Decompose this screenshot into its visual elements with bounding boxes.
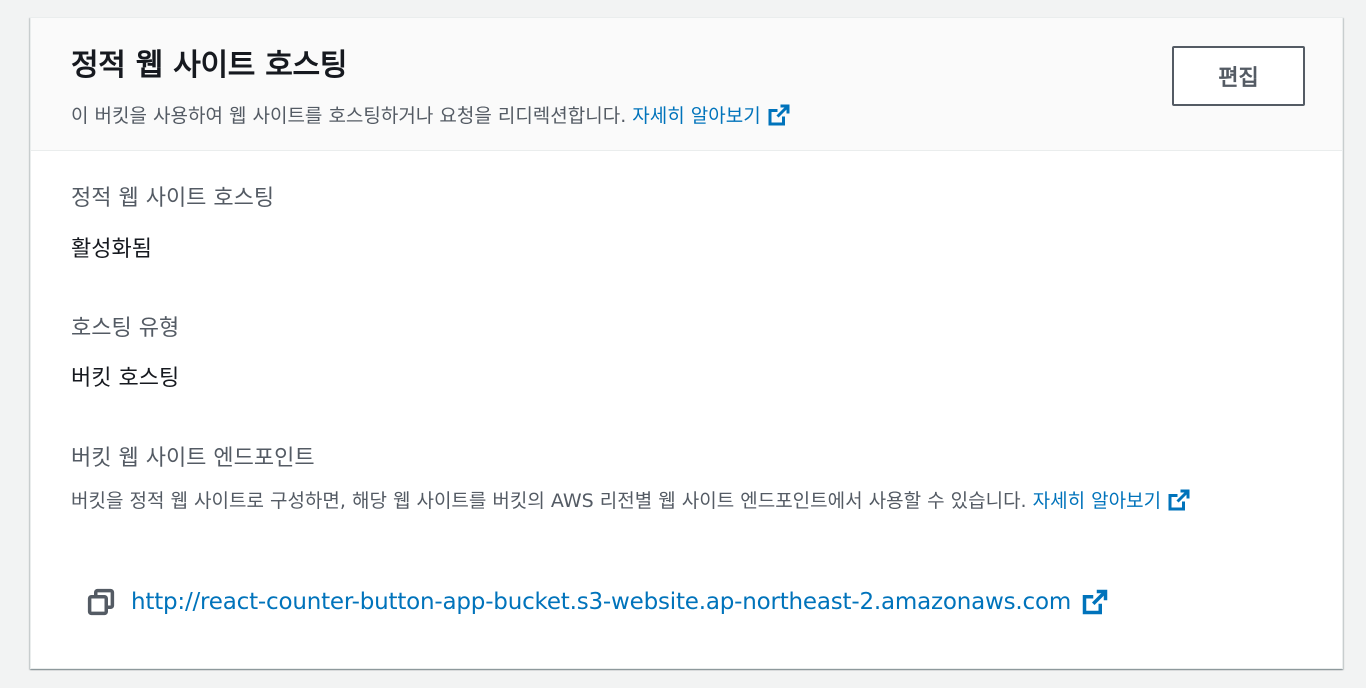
external-link-icon	[768, 104, 790, 126]
endpoint-description-text: 버킷을 정적 웹 사이트로 구성하면, 해당 웹 사이트를 버킷의 AWS 리전…	[71, 490, 1027, 512]
panel-header: 정적 웹 사이트 호스팅 이 버킷을 사용하여 웹 사이트를 호스팅하거나 요청…	[31, 18, 1342, 151]
hosting-status-label: 정적 웹 사이트 호스팅	[71, 186, 275, 211]
endpoint-description: 버킷을 정적 웹 사이트로 구성하면, 해당 웹 사이트를 버킷의 AWS 리전…	[71, 481, 1301, 521]
panel-description: 이 버킷을 사용하여 웹 사이트를 호스팅하거나 요청을 리디렉션합니다. 자세…	[71, 102, 791, 130]
copy-icon[interactable]	[87, 588, 115, 616]
learn-more-label: 자세히 알아보기	[632, 105, 761, 127]
external-link-icon	[1168, 489, 1190, 511]
edit-button[interactable]: 편집	[1172, 46, 1305, 106]
panel-title: 정적 웹 사이트 호스팅	[71, 48, 348, 83]
endpoint-url-row: http://react-counter-button-app-bucket.s…	[87, 584, 1109, 620]
hosting-status-value: 활성화됨	[71, 237, 152, 262]
learn-more-link[interactable]: 자세히 알아보기	[632, 104, 790, 127]
endpoint-learn-more-label: 자세히 알아보기	[1032, 490, 1162, 512]
endpoint-label: 버킷 웹 사이트 엔드포인트	[71, 446, 315, 471]
external-link-icon[interactable]	[1081, 588, 1109, 616]
hosting-type-value: 버킷 호스팅	[71, 366, 180, 391]
endpoint-url-link[interactable]: http://react-counter-button-app-bucket.s…	[131, 589, 1071, 615]
static-website-hosting-panel: 정적 웹 사이트 호스팅 이 버킷을 사용하여 웹 사이트를 호스팅하거나 요청…	[30, 17, 1343, 669]
panel-description-text: 이 버킷을 사용하여 웹 사이트를 호스팅하거나 요청을 리디렉션합니다.	[71, 105, 627, 127]
endpoint-learn-more-link[interactable]: 자세히 알아보기	[1032, 489, 1191, 512]
hosting-type-label: 호스팅 유형	[71, 316, 180, 341]
